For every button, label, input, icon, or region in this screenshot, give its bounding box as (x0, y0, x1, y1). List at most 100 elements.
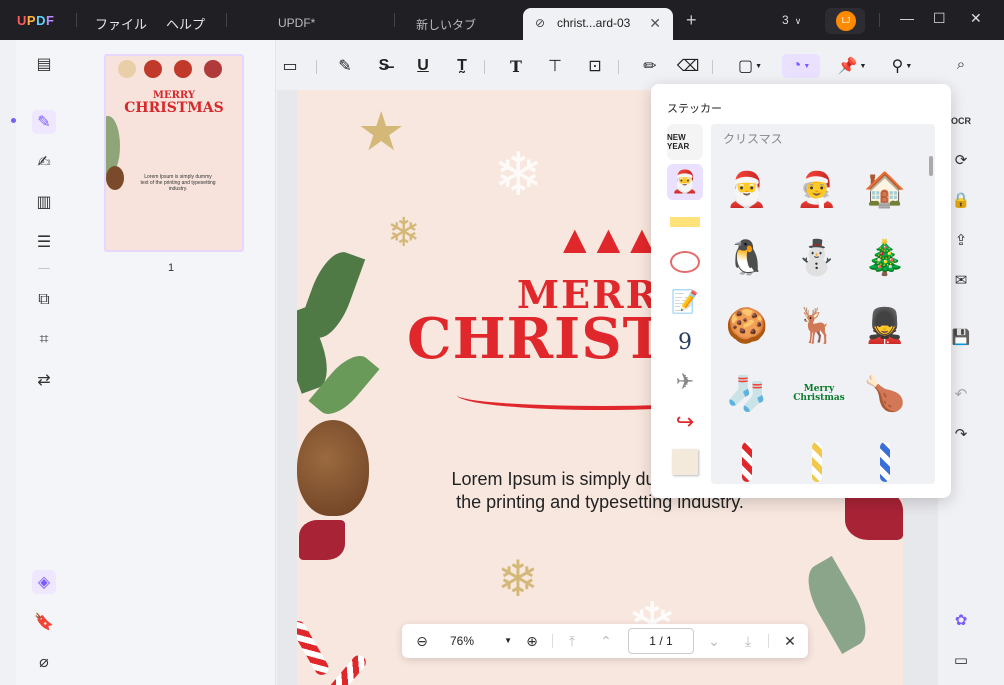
penguin-sticker[interactable]: 🐧 (725, 232, 769, 284)
close-window-icon[interactable]: ✕ (970, 10, 982, 27)
undo-icon[interactable]: ↶ (950, 384, 972, 406)
paper-plane-icon: ✈ (675, 369, 695, 394)
menu-help[interactable]: ヘルプ (166, 14, 205, 33)
star-decoration: ★ (357, 102, 406, 162)
category-number[interactable]: 9 (667, 324, 703, 360)
crop-icon[interactable]: ⌗ (32, 328, 56, 352)
category-new-year[interactable]: NEW YEAR (667, 124, 703, 160)
comment-highlighter-icon[interactable]: ✎ (32, 110, 56, 134)
merry-christmas-sticker[interactable]: Merry Christmas (793, 368, 845, 420)
bookmark-icon[interactable]: 🔖 (32, 610, 56, 634)
mail-icon[interactable]: ✉ (950, 270, 972, 292)
edit-pdf-icon[interactable]: ✍ (32, 150, 56, 174)
highlight-icon[interactable]: ✎ (331, 54, 359, 78)
attachment-icon[interactable]: ⌀ (32, 650, 56, 674)
reader-icon[interactable]: ▤ (32, 52, 56, 76)
nutcracker-sticker[interactable]: 💂 (863, 300, 907, 352)
turkey-sticker[interactable]: 🍗 (863, 368, 907, 420)
category-sticky-note[interactable] (667, 444, 703, 480)
pin-tool[interactable]: 📌 ▼ (834, 54, 870, 78)
protect-icon[interactable]: 🔒 (950, 190, 972, 212)
organize-pages-icon[interactable]: ⧉ (32, 288, 56, 312)
save-icon[interactable]: 💾 (950, 327, 972, 349)
underline-icon[interactable]: U (409, 54, 437, 78)
category-christmas[interactable]: 🎅 (667, 164, 703, 200)
category-note[interactable]: 📝 (667, 284, 703, 320)
eraser-icon[interactable]: ⌫ (674, 54, 702, 78)
redo-icon[interactable]: ↷ (950, 424, 972, 446)
chimney-sticker[interactable]: 🏠 (863, 164, 907, 216)
pencil-icon[interactable]: ✏ (636, 54, 664, 78)
candy-cane-icon (880, 442, 890, 482)
trees-decoration: ▲▲▲ (555, 218, 662, 262)
comment-icon[interactable]: ▭ (276, 54, 304, 78)
share-icon[interactable]: ⇪ (950, 230, 972, 252)
category-paper-plane[interactable]: ✈ (667, 364, 703, 400)
last-page-icon[interactable]: ⤓ (738, 630, 758, 652)
strikethrough-icon[interactable]: S̶ (370, 54, 398, 78)
tab-christmas-card[interactable]: ⊘ christ...ard-03 ✕ (523, 8, 673, 40)
candy-cane-yellow-sticker[interactable] (795, 436, 839, 484)
maximize-icon[interactable]: ☐ (933, 10, 946, 27)
form-icon[interactable]: ☰ (32, 230, 56, 254)
sticker-panel: ステッカー NEW YEAR 🎅 📝 9 ✈ ↪ クリスマス 🎅 🧑‍🎄 🏠 🐧… (651, 84, 951, 498)
scrollbar[interactable] (929, 156, 933, 176)
santa-hat-sticker[interactable]: 🎅 (725, 164, 769, 216)
page-layout-icon[interactable]: ▥ (32, 190, 56, 214)
stocking-sticker[interactable]: 🧦 (725, 368, 769, 420)
zoom-in-icon[interactable]: ⊕ (522, 630, 542, 652)
page-navigation-bar: ⊖ 76% ▼ ⊕ ⤒ ⌃ 1 / 1 ⌄ ⤓ ✕ (402, 624, 808, 658)
ai-assistant-icon[interactable]: ✿ (950, 610, 972, 632)
zoom-value: 76% (450, 634, 475, 648)
zoom-select[interactable]: 76% ▼ (442, 629, 514, 653)
candy-cane-red-sticker[interactable] (725, 436, 769, 484)
tab-updf[interactable]: UPDF* (278, 8, 388, 40)
christmas-tree-sticker[interactable]: 🎄 (863, 232, 907, 284)
first-page-icon[interactable]: ⤒ (562, 630, 582, 652)
shape-tool[interactable]: ▢ ▼ (732, 54, 768, 78)
divider (38, 268, 50, 269)
convert-icon[interactable]: ⟳ (950, 150, 972, 172)
snowflake-gold-decoration: ❄ (387, 211, 421, 255)
menu-file[interactable]: ファイル (95, 14, 147, 33)
next-page-icon[interactable]: ⌄ (704, 630, 724, 652)
category-tape[interactable] (667, 204, 703, 240)
text-icon[interactable]: T (502, 54, 530, 78)
chevron-down-icon: ▼ (755, 62, 763, 70)
reindeer-sticker[interactable]: 🦌 (795, 300, 839, 352)
collapse-handle[interactable] (11, 118, 16, 123)
candy-cane-icon (812, 442, 822, 482)
gingerbread-sticker[interactable]: 🍪 (725, 300, 769, 352)
stamp-tool[interactable]: ⚲ ▼ (884, 54, 920, 78)
tab-new[interactable]: 新しいタブ (416, 8, 516, 40)
candy-cane-blue-sticker[interactable] (863, 436, 907, 484)
snowflake-gold-decoration: ❄ (497, 551, 539, 607)
comments-panel-icon[interactable]: ▭ (950, 650, 972, 672)
category-circle[interactable] (667, 244, 703, 280)
window-count[interactable]: 3 ∨ (782, 13, 801, 27)
textbox-icon[interactable]: ⊤ (541, 54, 569, 78)
minimize-icon[interactable]: — (900, 10, 914, 26)
rectangle-icon: ▢ (737, 58, 754, 75)
search-icon[interactable]: ⌕ (950, 54, 972, 76)
convert-icon[interactable]: ⇄ (32, 368, 56, 392)
add-tab-icon[interactable]: + (686, 10, 697, 31)
sticker-tool[interactable]: ◔ ▼ (782, 54, 820, 78)
page-thumbnail[interactable]: MERRY CHRISTMAS Lorem Ipsum is simply du… (104, 54, 244, 252)
close-tab-icon[interactable]: ✕ (649, 15, 661, 32)
ocr-icon[interactable]: OCR (950, 110, 972, 132)
layers-icon[interactable]: ◈ (32, 570, 56, 594)
pinecone-decoration (106, 166, 124, 190)
santa-sticker[interactable]: 🧑‍🎄 (795, 164, 839, 216)
avatar[interactable]: LJ (825, 8, 865, 34)
zoom-out-icon[interactable]: ⊖ (412, 630, 432, 652)
squiggly-icon[interactable]: T̰ (448, 54, 476, 78)
close-icon[interactable]: ✕ (780, 630, 800, 652)
snowman-sticker[interactable]: ⛄ (795, 232, 839, 284)
category-arrow[interactable]: ↪ (667, 404, 703, 440)
previous-page-icon[interactable]: ⌃ (596, 630, 616, 652)
thumbnail-christmas: CHRISTMAS (124, 100, 224, 116)
text-callout-icon[interactable]: ⊡ (581, 54, 609, 78)
divider (484, 60, 485, 74)
page-number-input[interactable]: 1 / 1 (628, 628, 694, 654)
